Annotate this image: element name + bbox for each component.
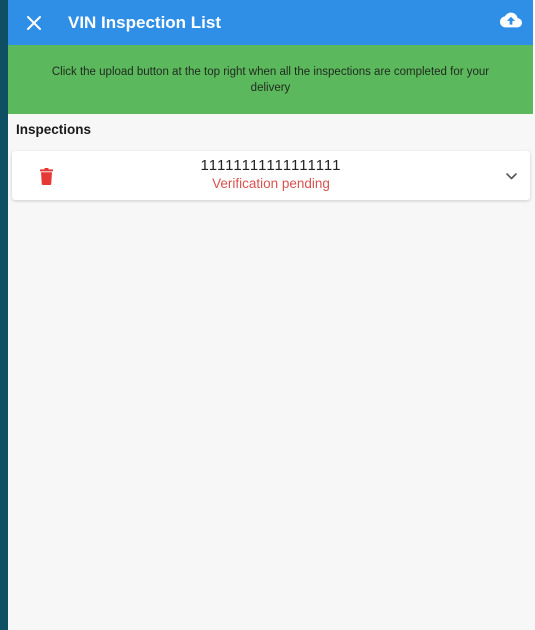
info-banner: Click the upload button at the top right… (8, 45, 533, 114)
delete-button[interactable] (34, 163, 58, 189)
upload-button[interactable] (493, 0, 529, 40)
inspection-item[interactable]: 11111111111111111 Verification pending (12, 151, 530, 200)
trash-icon (39, 167, 53, 185)
close-icon (27, 15, 41, 30)
cloud-upload-icon (500, 12, 522, 28)
chevron-down-icon (505, 172, 517, 179)
inspection-details: 11111111111111111 Verification pending (82, 157, 460, 192)
app-bar: VIN Inspection List (8, 0, 533, 45)
screen: VIN Inspection List Click the upload but… (0, 0, 535, 630)
close-button[interactable] (8, 0, 60, 45)
banner-text: Click the upload button at the top right… (51, 65, 490, 94)
window-edge (0, 0, 8, 630)
vin-number: 11111111111111111 (200, 157, 342, 174)
status-text: Verification pending (212, 176, 330, 191)
section-title: Inspections (16, 122, 92, 137)
page-title: VIN Inspection List (68, 12, 222, 32)
app-window: VIN Inspection List Click the upload but… (8, 0, 533, 630)
expand-button[interactable] (498, 163, 524, 189)
